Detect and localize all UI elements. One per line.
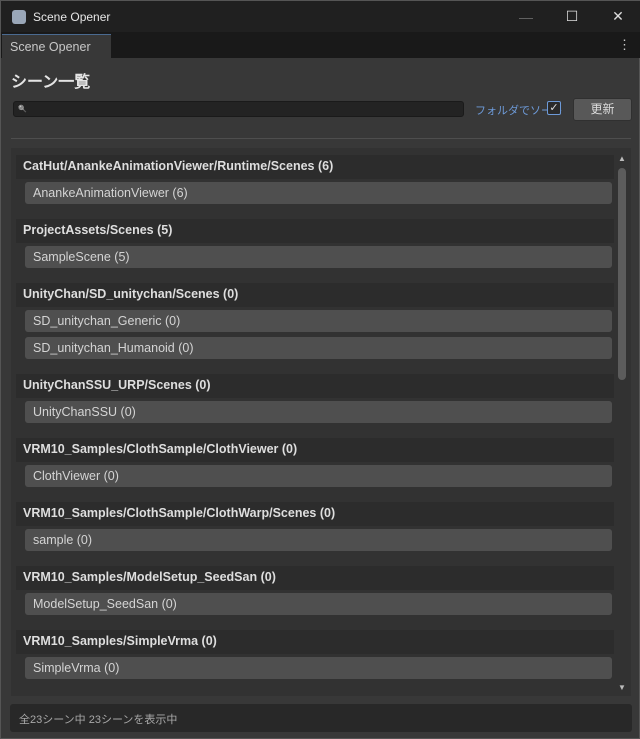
scene-group: VRM10_Samples/SimpleVrma (0) SimpleVrma (… [16,630,614,679]
status-bar: 全23シーン中 23シーンを表示中 [10,704,632,732]
scroll-down-arrow-icon[interactable]: ▼ [618,683,626,692]
scene-group: VRM10_Samples/ClothSample/ClothWarp/Scen… [16,502,614,551]
group-header: VRM10_Samples/ClothSample/ClothWarp/Scen… [16,502,614,526]
group-header: UnityChanSSU_URP/Scenes (0) [16,374,614,398]
group-header: ProjectAssets/Scenes (5) [16,219,614,243]
title-bar: Scene Opener — ☐ ✕ [1,1,640,32]
scene-button[interactable]: SD_unitychan_Humanoid (0) [25,337,612,359]
group-header: VRM10_Samples/ModelSetup_SeedSan (0) [16,566,614,590]
scene-group: UnityChanSSU_URP/Scenes (0) UnityChanSSU … [16,374,614,423]
group-header: CatHut/AnankeAnimationViewer/Runtime/Sce… [16,155,614,179]
scene-button[interactable]: SD_unitychan_Generic (0) [25,310,612,332]
scrollbar[interactable]: ▲ ▼ [616,154,628,692]
scene-group: VRM10_Samples/ModelSetup_SeedSan (0) Mode… [16,566,614,615]
search-icon: 🔍 [18,106,27,113]
minimize-button[interactable]: — [503,1,549,32]
scene-button[interactable]: AnankeAnimationViewer (6) [25,182,612,204]
sort-by-folder-checkbox[interactable]: ✓ [547,101,561,115]
scene-button[interactable]: ModelSetup_SeedSan (0) [25,593,612,615]
scene-button[interactable]: SimpleVrma (0) [25,657,612,679]
scene-button[interactable]: sample (0) [25,529,612,551]
scroll-up-arrow-icon[interactable]: ▲ [618,154,626,163]
tab-scene-opener[interactable]: Scene Opener [2,34,111,58]
scrollbar-thumb[interactable] [618,168,626,380]
scene-button[interactable]: ClothViewer (0) [25,465,612,487]
group-header: VRM10_Samples/ClothSample/ClothViewer (0… [16,438,614,462]
tab-bar: Scene Opener ⋮ [1,32,640,58]
scene-group: CatHut/AnankeAnimationViewer/Runtime/Sce… [16,155,614,204]
scene-list: CatHut/AnankeAnimationViewer/Runtime/Sce… [11,148,631,696]
refresh-button[interactable]: 更新 [573,98,632,121]
scene-group: VRM10_Samples/ClothSample/ClothViewer (0… [16,438,614,487]
scene-group: UnityChan/SD_unitychan/Scenes (0) SD_unit… [16,283,614,359]
unity-icon [12,9,26,24]
divider [11,138,631,139]
close-button[interactable]: ✕ [595,1,640,32]
window-title: Scene Opener [33,9,111,24]
more-menu-icon[interactable]: ⋮ [618,37,631,53]
group-header: UnityChan/SD_unitychan/Scenes (0) [16,283,614,307]
search-input[interactable]: 🔍 [13,101,464,117]
maximize-button[interactable]: ☐ [549,1,595,32]
group-header: VRM10_Samples/SimpleVrma (0) [16,630,614,654]
page-title: シーン一覧 [11,74,91,91]
scene-group: ProjectAssets/Scenes (5) SampleScene (5) [16,219,614,268]
scene-button[interactable]: UnityChanSSU (0) [25,401,612,423]
scene-button[interactable]: SampleScene (5) [25,246,612,268]
